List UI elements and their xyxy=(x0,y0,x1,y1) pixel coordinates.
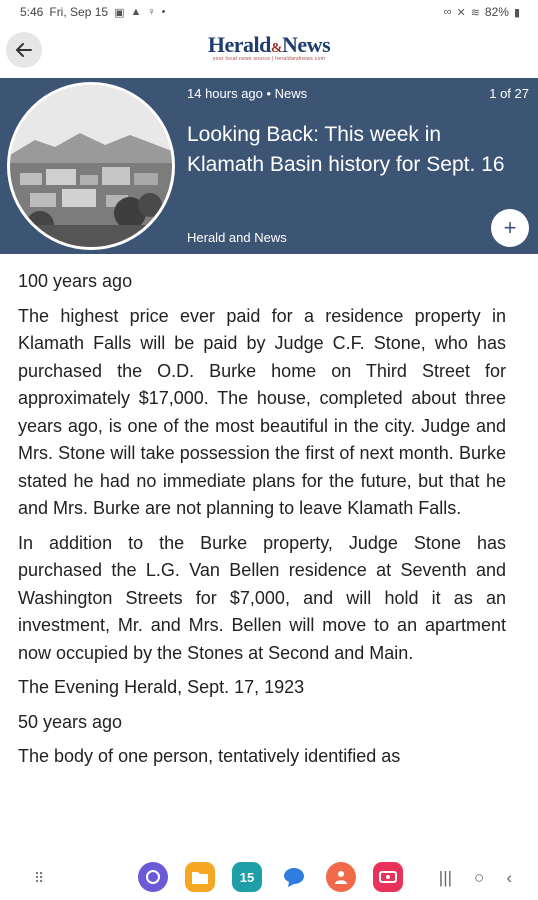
recent-apps-icon[interactable]: ||| xyxy=(439,868,452,888)
article-meta: 14 hours ago • News xyxy=(187,86,308,101)
system-nav-keys: ||| ○ ‹ xyxy=(439,868,512,888)
article-paragraph: In addition to the Burke property, Judge… xyxy=(18,532,506,663)
back-nav-icon[interactable]: ‹ xyxy=(506,868,512,888)
app-dock: 15 xyxy=(138,862,403,892)
calendar-day: 15 xyxy=(239,869,255,885)
add-button[interactable]: + xyxy=(491,209,529,247)
logo-tagline: your local news source | heraldandnews.c… xyxy=(212,56,326,62)
article-body[interactable]: 100 years ago The highest price ever pai… xyxy=(18,268,506,850)
contacts-icon[interactable] xyxy=(326,862,356,892)
historic-town-photo xyxy=(10,85,172,247)
article-source[interactable]: Herald and News xyxy=(187,230,287,245)
wifi-icon: ≋ xyxy=(470,6,480,19)
battery-percent: 82% xyxy=(484,5,509,19)
plus-icon: + xyxy=(503,215,517,240)
article-counter: 1 of 27 xyxy=(489,86,529,101)
article-title: Looking Back: This week in Klamath Basin… xyxy=(187,123,505,176)
home-icon[interactable]: ○ xyxy=(474,868,484,888)
article-hero: 14 hours ago • News 1 of 27 Looking Back… xyxy=(0,78,538,254)
my-files-icon[interactable] xyxy=(185,862,215,892)
internet-icon[interactable] xyxy=(138,862,168,892)
mute-icon: ✕ xyxy=(456,6,466,19)
messages-icon[interactable] xyxy=(279,862,309,892)
date: Fri, Sep 15 xyxy=(49,5,109,19)
more-notifications-icon: • xyxy=(161,6,166,18)
navigation-bar: ⠿ 15 ||| ○ ‹ xyxy=(0,856,538,900)
battery-icon: ▮ xyxy=(513,6,520,19)
accessibility-icon: ♀ xyxy=(147,6,156,18)
article-paragraph: The body of one person, tentatively iden… xyxy=(18,746,401,766)
section-heading: 100 years ago xyxy=(18,271,133,291)
calendar-icon[interactable]: 15 xyxy=(232,862,262,892)
article-paragraph: The highest price ever paid for a reside… xyxy=(18,305,506,519)
article-photo[interactable] xyxy=(7,82,175,250)
link-icon: ∞ xyxy=(443,6,452,18)
notification-icon: ▲ xyxy=(130,6,142,18)
section-heading: 50 years ago xyxy=(18,711,123,732)
article-citation: The Evening Herald, Sept. 17, 1923 xyxy=(18,677,305,697)
app-drawer-icon[interactable]: ⠿ xyxy=(34,870,44,887)
app-header: Herald&News your local news source | her… xyxy=(0,24,538,78)
gallery-notification-icon: ▣ xyxy=(114,6,125,19)
status-bar: 5:46 Fri, Sep 15 ▣ ▲ ♀ • ∞ ✕ ≋ 82% ▮ xyxy=(0,0,538,24)
screen-recorder-icon[interactable] xyxy=(373,862,403,892)
clock: 5:46 xyxy=(20,5,44,19)
herald-news-logo: Herald&News your local news source | her… xyxy=(0,32,538,62)
